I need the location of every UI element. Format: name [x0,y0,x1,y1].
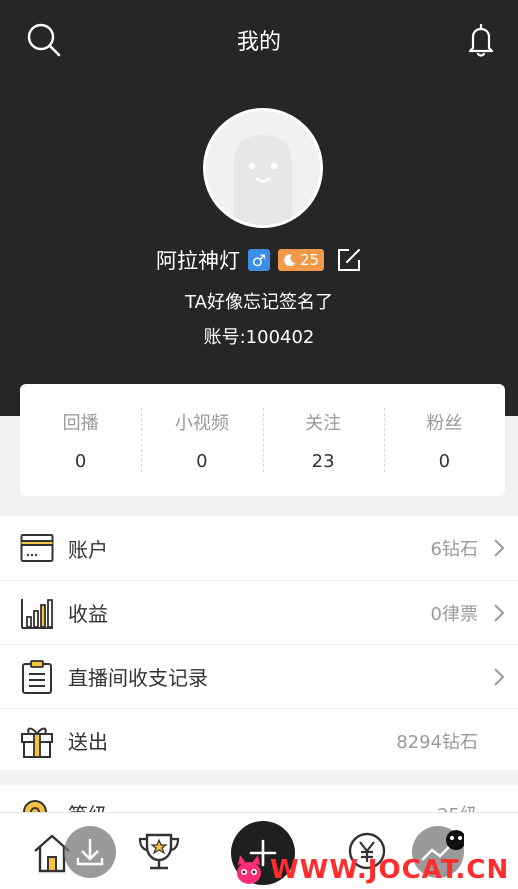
avatar[interactable] [203,108,323,228]
cat-mascot-icon [232,853,266,887]
profile-name-row: 阿拉神灯 ♂ 25 [0,244,518,276]
stat-label: 关注 [305,412,342,434]
menu-item-earnings[interactable]: 收益 0律票 [0,580,518,644]
level-value: 25 [299,251,320,269]
account-id: 账号:100402 [203,327,315,348]
chevron-right-icon [492,667,506,687]
stat-value: 23 [311,450,335,472]
male-gender-icon: ♂ [247,249,270,271]
bell-icon[interactable] [461,20,501,60]
menu-value: 6钻石 [430,539,478,560]
stat-label: 粉丝 [426,412,463,434]
stat-value: 0 [438,450,451,472]
signature: TA好像忘记签名了 [185,292,333,313]
menu-value: 8294钻石 [396,731,478,753]
stat-replay[interactable]: 回播 0 [20,384,141,496]
stat-fans[interactable]: 粉丝 0 [383,384,505,496]
gift-icon [20,723,54,759]
stat-label: 小视频 [174,412,229,434]
chevron-right-icon [492,603,506,623]
edit-icon[interactable] [336,247,362,273]
page-title: 我的 [236,30,281,55]
moon-icon [284,254,296,267]
top-bar: 我的 [0,0,518,82]
menu-item-sent-gifts[interactable]: 送出 8294钻石 [0,708,518,772]
stat-short-video[interactable]: 小视频 0 [141,384,262,496]
watermark-text: WWW.JOCAT.CN [270,855,510,885]
clipboard-icon [20,659,54,695]
menu-label: 账户 [68,537,108,562]
menu-item-account[interactable]: 账户 6钻石 [0,516,518,580]
menu-item-live-records[interactable]: 直播间收支记录 [0,644,518,708]
level-badge: 25 [277,249,325,271]
trophy-icon[interactable] [134,829,184,879]
menu-label: 收益 [68,602,108,626]
site-watermark: WWW.JOCAT.CN [232,852,509,888]
stat-value: 0 [196,450,208,472]
menu-value: 0律票 [430,603,478,625]
wallet-icon [20,530,54,566]
download-icon[interactable] [64,826,116,878]
stat-value: 0 [74,450,87,472]
menu-list: 账户 6钻石 收益 0律票 直播间收支记录 送出 8294钻石 [0,516,518,770]
stats-card: 回播 0 小视频 0 关注 23 粉丝 0 [20,384,505,496]
stat-following[interactable]: 关注 23 [262,384,384,496]
menu-label: 直播间收支记录 [68,666,208,690]
bar-chart-icon [20,595,54,631]
stat-label: 回播 [62,412,99,434]
menu-label: 送出 [68,730,108,754]
chevron-right-icon [492,538,506,558]
username: 阿拉神灯 [155,249,240,273]
